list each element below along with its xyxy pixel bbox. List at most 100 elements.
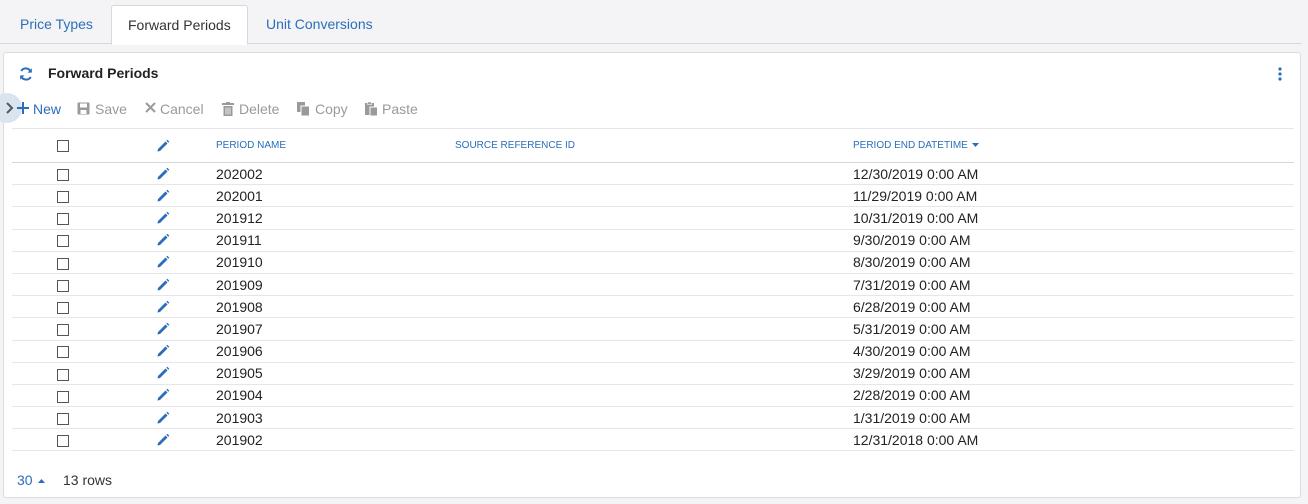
row-edit-cell <box>153 273 216 297</box>
row-checkbox[interactable] <box>57 435 69 448</box>
pencil-icon[interactable] <box>156 344 170 358</box>
period-end-datetime-cell: 6/28/2019 0:00 AM <box>853 295 1294 319</box>
pencil-icon[interactable] <box>156 189 170 203</box>
row-count: 13 rows <box>63 472 113 488</box>
table-row[interactable]: 201902 12/31/2018 0:00 AM <box>12 428 1294 452</box>
period-end-datetime-cell: 7/31/2019 0:00 AM <box>853 273 1294 297</box>
source-reference-id-cell <box>455 251 853 274</box>
table-row[interactable]: 201907 5/31/2019 0:00 AM <box>12 317 1294 341</box>
pencil-icon[interactable] <box>156 167 170 181</box>
row-select-cell <box>12 362 153 385</box>
table-row[interactable]: 201909 7/31/2019 0:00 AM <box>12 273 1294 297</box>
source-reference-id-cell <box>455 340 853 363</box>
table-row[interactable]: 202001 11/29/2019 0:00 AM <box>12 184 1294 208</box>
column-header-source-reference-id[interactable]: SOURCE REFERENCE ID <box>455 128 853 163</box>
period-end-datetime-cell: 10/31/2019 0:00 AM <box>853 206 1294 230</box>
pencil-icon[interactable] <box>156 366 170 380</box>
pencil-icon[interactable] <box>156 411 170 425</box>
caret-down-icon <box>971 143 979 148</box>
caret-up-icon <box>38 479 46 484</box>
period-name-cell: 201904 <box>216 384 455 408</box>
row-checkbox[interactable] <box>57 324 69 337</box>
table-body: 202002 12/30/2019 0:00 AM 202001 11/29/2019… <box>12 162 1294 452</box>
row-checkbox[interactable] <box>57 302 69 315</box>
row-checkbox[interactable] <box>57 368 69 381</box>
page-size-value: 30 <box>17 472 33 488</box>
panel-title: Forward Periods <box>48 65 159 81</box>
table-row[interactable]: 201912 10/31/2019 0:00 AM <box>12 206 1294 230</box>
row-edit-cell <box>153 251 216 274</box>
column-header-period-end-datetime[interactable]: PERIOD END DATETIME <box>853 128 1294 163</box>
select-all-checkbox[interactable] <box>57 139 69 152</box>
row-checkbox[interactable] <box>57 168 69 181</box>
row-edit-cell <box>153 406 216 430</box>
source-reference-id-cell <box>455 406 853 430</box>
table-row[interactable]: 201908 6/28/2019 0:00 AM <box>12 295 1294 319</box>
save-label: Save <box>95 101 127 117</box>
row-edit-cell <box>153 428 216 452</box>
pencil-icon[interactable] <box>156 278 170 292</box>
row-select-cell <box>12 229 153 252</box>
row-checkbox[interactable] <box>57 390 69 403</box>
source-reference-id-cell <box>455 273 853 297</box>
period-end-datetime-cell: 9/30/2019 0:00 AM <box>853 229 1294 252</box>
table-row[interactable]: 201906 4/30/2019 0:00 AM <box>12 340 1294 363</box>
copy-label: Copy <box>315 101 348 117</box>
pencil-icon[interactable] <box>156 388 170 402</box>
chevron-right-icon <box>6 102 14 114</box>
paste-label: Paste <box>382 101 418 117</box>
row-checkbox[interactable] <box>57 346 69 359</box>
period-end-datetime-cell: 2/28/2019 0:00 AM <box>853 384 1294 408</box>
row-select-cell <box>12 340 153 363</box>
period-name-cell: 201903 <box>216 406 455 430</box>
row-edit-cell <box>153 184 216 208</box>
table-row[interactable]: 201903 1/31/2019 0:00 AM <box>12 406 1294 430</box>
source-reference-id-cell <box>455 184 853 208</box>
pencil-icon[interactable] <box>156 255 170 269</box>
table-header-row: PERIOD NAME SOURCE REFERENCE ID PERIOD E… <box>12 128 1294 163</box>
source-reference-id-cell <box>455 362 853 385</box>
period-end-datetime-cell: 4/30/2019 0:00 AM <box>853 340 1294 363</box>
row-select-cell <box>12 428 153 452</box>
source-reference-id-cell <box>455 206 853 230</box>
pencil-icon[interactable] <box>156 211 170 225</box>
row-select-cell <box>12 251 153 274</box>
table-row[interactable]: 201910 8/30/2019 0:00 AM <box>12 251 1294 274</box>
row-checkbox[interactable] <box>57 279 69 292</box>
row-edit-cell <box>153 362 216 385</box>
pencil-icon[interactable] <box>156 433 170 447</box>
row-select-cell <box>12 206 153 230</box>
tab-price-types[interactable]: Price Types <box>4 5 109 44</box>
row-select-cell <box>12 295 153 319</box>
period-name-cell: 202001 <box>216 184 455 208</box>
row-checkbox[interactable] <box>57 257 69 270</box>
row-edit-cell <box>153 206 216 230</box>
table-row[interactable]: 201904 2/28/2019 0:00 AM <box>12 384 1294 408</box>
period-name-cell: 201906 <box>216 340 455 363</box>
row-select-cell <box>12 162 153 186</box>
paste-icon <box>365 102 378 116</box>
period-end-datetime-cell: 12/31/2018 0:00 AM <box>853 428 1294 452</box>
period-end-datetime-cell: 5/31/2019 0:00 AM <box>853 317 1294 341</box>
row-edit-cell <box>153 384 216 408</box>
table-row[interactable]: 201911 9/30/2019 0:00 AM <box>12 229 1294 252</box>
pencil-icon[interactable] <box>156 322 170 336</box>
column-header-period-name[interactable]: PERIOD NAME <box>216 128 455 163</box>
period-name-cell: 201912 <box>216 206 455 230</box>
table-row[interactable]: 201905 3/29/2019 0:00 AM <box>12 362 1294 385</box>
pencil-icon[interactable] <box>156 233 170 247</box>
tab-forward-periods[interactable]: Forward Periods <box>111 5 248 45</box>
kebab-menu-icon[interactable] <box>1272 66 1288 82</box>
row-checkbox[interactable] <box>57 235 69 248</box>
source-reference-id-cell <box>455 384 853 408</box>
row-checkbox[interactable] <box>57 191 69 204</box>
refresh-icon[interactable] <box>18 66 34 82</box>
table-row[interactable]: 202002 12/30/2019 0:00 AM <box>12 162 1294 186</box>
tab-unit-conversions[interactable]: Unit Conversions <box>250 5 389 44</box>
row-checkbox[interactable] <box>57 412 69 425</box>
page-size-selector[interactable]: 30 <box>17 471 46 489</box>
row-checkbox[interactable] <box>57 213 69 226</box>
source-reference-id-cell <box>455 229 853 252</box>
pencil-icon[interactable] <box>156 300 170 314</box>
forward-periods-panel: Forward Periods New Save Cancel Delete C… <box>0 52 1301 498</box>
